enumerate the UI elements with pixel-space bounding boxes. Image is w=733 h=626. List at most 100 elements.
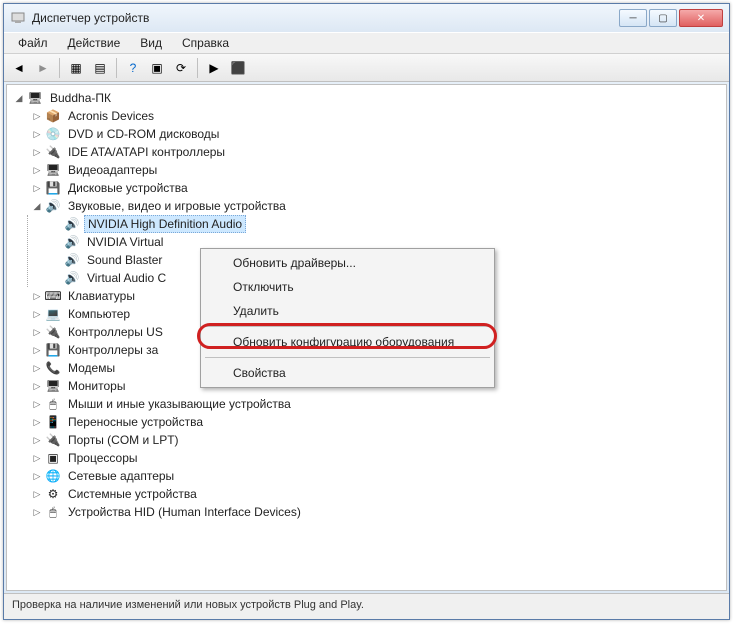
device-category-icon: 📱 bbox=[45, 414, 61, 430]
ctx-scan-hardware[interactable]: Обновить конфигурацию оборудования bbox=[203, 330, 492, 354]
expand-icon[interactable]: ▷ bbox=[31, 416, 43, 428]
disable-button[interactable]: ⬛ bbox=[227, 57, 249, 79]
root-label: Buddha-ПК bbox=[47, 90, 114, 106]
category-label: Устройства HID (Human Interface Devices) bbox=[65, 504, 304, 520]
device-category-icon: 🔌 bbox=[45, 324, 61, 340]
expand-icon[interactable]: ◢ bbox=[31, 200, 43, 212]
statusbar: Проверка на наличие изменений или новых … bbox=[4, 593, 729, 619]
ctx-properties[interactable]: Свойства bbox=[203, 361, 492, 385]
ctx-disable[interactable]: Отключить bbox=[203, 275, 492, 299]
toolbar: ◄ ► ▦ ▤ ? ▣ ⟳ ▶ ⬛ bbox=[4, 54, 729, 82]
category-label: Видеоадаптеры bbox=[65, 162, 160, 178]
close-button[interactable]: ✕ bbox=[679, 9, 723, 27]
expand-icon[interactable]: ▷ bbox=[31, 290, 43, 302]
device-category-icon: ⌨ bbox=[45, 288, 61, 304]
expand-icon[interactable]: ▷ bbox=[31, 164, 43, 176]
show-hide-tree-button[interactable]: ▦ bbox=[65, 57, 87, 79]
expand-icon[interactable]: ▷ bbox=[31, 110, 43, 122]
device-category-icon: 💾 bbox=[45, 342, 61, 358]
root-node[interactable]: ◢ 🖥 Buddha-ПК bbox=[9, 89, 724, 107]
device-label: NVIDIA Virtual bbox=[84, 234, 166, 250]
audio-device-icon: 🔊 bbox=[64, 216, 80, 232]
expand-icon[interactable]: ▷ bbox=[31, 506, 43, 518]
device-label: Virtual Audio C bbox=[84, 270, 169, 286]
device-category-icon: 💾 bbox=[45, 180, 61, 196]
separator bbox=[197, 58, 198, 78]
category-node[interactable]: ▷ 🔌 Порты (COM и LPT) bbox=[27, 431, 724, 449]
expand-icon[interactable]: ▷ bbox=[31, 326, 43, 338]
expand-icon[interactable]: ▷ bbox=[31, 470, 43, 482]
nav-forward-button[interactable]: ► bbox=[32, 57, 54, 79]
category-node[interactable]: ▷ 💾 Дисковые устройства bbox=[27, 179, 724, 197]
separator bbox=[205, 326, 490, 327]
expand-icon[interactable]: ▷ bbox=[31, 344, 43, 356]
expand-icon[interactable]: ▷ bbox=[31, 146, 43, 158]
titlebar[interactable]: Диспетчер устройств ─ ▢ ✕ bbox=[4, 4, 729, 32]
category-label: Переносные устройства bbox=[65, 414, 206, 430]
device-category-icon: 🔊 bbox=[45, 198, 61, 214]
separator bbox=[59, 58, 60, 78]
category-label: Контроллеры за bbox=[65, 342, 161, 358]
category-node[interactable]: ▷ 🖥 Видеоадаптеры bbox=[27, 161, 724, 179]
category-node[interactable]: ◢ 🔊 Звуковые, видео и игровые устройства bbox=[27, 197, 724, 215]
properties-button[interactable]: ▤ bbox=[89, 57, 111, 79]
status-text: Проверка на наличие изменений или новых … bbox=[12, 599, 364, 611]
maximize-button[interactable]: ▢ bbox=[649, 9, 677, 27]
device-category-icon: 🖱 bbox=[45, 396, 61, 412]
category-node[interactable]: ▷ 🌐 Сетевые адаптеры bbox=[27, 467, 724, 485]
category-label: Модемы bbox=[65, 360, 118, 376]
device-category-icon: 🌐 bbox=[45, 468, 61, 484]
device-category-icon: 🔌 bbox=[45, 432, 61, 448]
collapse-icon[interactable]: ◢ bbox=[13, 92, 25, 104]
expand-icon[interactable]: ▷ bbox=[31, 362, 43, 374]
expand-icon[interactable]: ▷ bbox=[31, 452, 43, 464]
device-category-icon: ▣ bbox=[45, 450, 61, 466]
menu-file[interactable]: Файл bbox=[8, 33, 58, 53]
ctx-uninstall[interactable]: Удалить bbox=[203, 299, 492, 323]
enable-button[interactable]: ▶ bbox=[203, 57, 225, 79]
menu-view[interactable]: Вид bbox=[130, 33, 172, 53]
expand-icon[interactable]: ▷ bbox=[31, 308, 43, 320]
category-label: IDE ATA/ATAPI контроллеры bbox=[65, 144, 228, 160]
category-label: Клавиатуры bbox=[65, 288, 138, 304]
category-node[interactable]: ▷ 📦 Acronis Devices bbox=[27, 107, 724, 125]
device-category-icon: 🔌 bbox=[45, 144, 61, 160]
device-category-icon: 💻 bbox=[45, 306, 61, 322]
category-node[interactable]: ▷ 🔌 IDE ATA/ATAPI контроллеры bbox=[27, 143, 724, 161]
expand-icon[interactable]: ▷ bbox=[31, 380, 43, 392]
audio-device-icon: 🔊 bbox=[64, 252, 80, 268]
scan-button[interactable]: ⟳ bbox=[170, 57, 192, 79]
category-node[interactable]: ▷ 🖱 Устройства HID (Human Interface Devi… bbox=[27, 503, 724, 521]
category-node[interactable]: ▷ 📱 Переносные устройства bbox=[27, 413, 724, 431]
action-button[interactable]: ▣ bbox=[146, 57, 168, 79]
category-label: Порты (COM и LPT) bbox=[65, 432, 182, 448]
device-category-icon: 📦 bbox=[45, 108, 61, 124]
device-node[interactable]: 🔊 NVIDIA High Definition Audio bbox=[46, 215, 724, 233]
category-node[interactable]: ▷ 💿 DVD и CD-ROM дисководы bbox=[27, 125, 724, 143]
separator bbox=[116, 58, 117, 78]
category-label: Сетевые адаптеры bbox=[65, 468, 177, 484]
separator bbox=[205, 357, 490, 358]
ctx-update-drivers[interactable]: Обновить драйверы... bbox=[203, 251, 492, 275]
expand-icon[interactable]: ▷ bbox=[31, 128, 43, 140]
menu-help[interactable]: Справка bbox=[172, 33, 239, 53]
category-label: Контроллеры US bbox=[65, 324, 166, 340]
spacer bbox=[50, 218, 62, 230]
expand-icon[interactable]: ▷ bbox=[31, 434, 43, 446]
device-category-icon: 🖥 bbox=[45, 162, 61, 178]
category-label: Acronis Devices bbox=[65, 108, 157, 124]
device-category-icon: 💿 bbox=[45, 126, 61, 142]
context-menu: Обновить драйверы... Отключить Удалить О… bbox=[200, 248, 495, 388]
category-label: Мыши и иные указывающие устройства bbox=[65, 396, 294, 412]
category-node[interactable]: ▷ ⚙ Системные устройства bbox=[27, 485, 724, 503]
help-button[interactable]: ? bbox=[122, 57, 144, 79]
device-label: NVIDIA High Definition Audio bbox=[84, 215, 246, 233]
menu-action[interactable]: Действие bbox=[58, 33, 131, 53]
minimize-button[interactable]: ─ bbox=[619, 9, 647, 27]
expand-icon[interactable]: ▷ bbox=[31, 488, 43, 500]
expand-icon[interactable]: ▷ bbox=[31, 398, 43, 410]
category-node[interactable]: ▷ ▣ Процессоры bbox=[27, 449, 724, 467]
nav-back-button[interactable]: ◄ bbox=[8, 57, 30, 79]
category-node[interactable]: ▷ 🖱 Мыши и иные указывающие устройства bbox=[27, 395, 724, 413]
expand-icon[interactable]: ▷ bbox=[31, 182, 43, 194]
